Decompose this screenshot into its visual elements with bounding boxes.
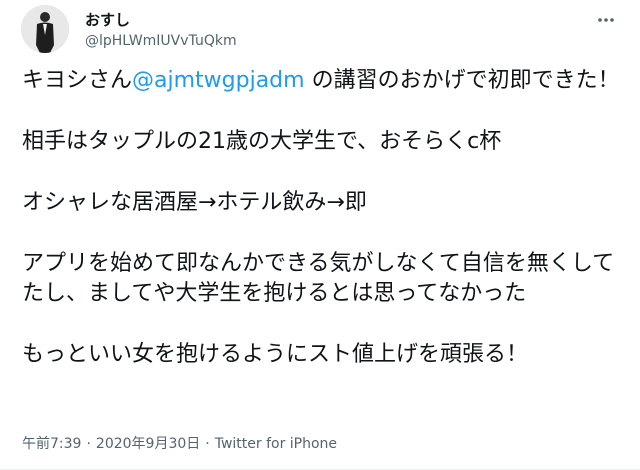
avatar-photo-icon bbox=[21, 5, 69, 53]
more-options-button[interactable] bbox=[594, 8, 618, 32]
tweet-paragraph-1: キヨシさん@ajmtwgpjadm の講習のおかげで初即できた！ bbox=[22, 66, 622, 96]
more-horizontal-icon bbox=[598, 18, 614, 22]
tweet-text-segment: の講習のおかげで初即できた！ bbox=[304, 68, 620, 93]
tweet-metadata: 午前7:39 · 2020年9月30日 · Twitter for iPhone bbox=[22, 435, 337, 453]
tweet-paragraph-4: アプリを始めて即なんかできる気がしなくて自信を無くしてたし、ましてや大学生を抱け… bbox=[22, 251, 615, 306]
tweet-card: おすし @lpHLWmIUVvTuQkm キヨシさん@ajmtwgpjadm の… bbox=[0, 0, 640, 470]
tweet-text-segment: キヨシさん bbox=[22, 68, 133, 93]
tweet-text: キヨシさん@ajmtwgpjadm の講習のおかげで初即できた！ 相手はタップル… bbox=[22, 66, 622, 370]
author-handle[interactable]: @lpHLWmIUVvTuQkm bbox=[85, 32, 237, 50]
tweet-paragraph-3: オシャレな居酒屋→ホテル飲み→即 bbox=[22, 190, 367, 215]
author-display-name[interactable]: おすし bbox=[85, 10, 130, 30]
tweet-time[interactable]: 午前7:39 bbox=[22, 436, 81, 452]
meta-separator: · bbox=[86, 436, 91, 452]
tweet-paragraph-2: 相手はタップルの21歳の大学生で、おそらくc杯 bbox=[22, 129, 502, 154]
tweet-date[interactable]: 2020年9月30日 bbox=[96, 436, 200, 452]
meta-separator: · bbox=[205, 436, 210, 452]
avatar[interactable] bbox=[21, 5, 69, 53]
tweet-source-link[interactable]: Twitter for iPhone bbox=[215, 436, 337, 452]
tweet-paragraph-5: もっといい女を抱けるようにスト値上げを頑張る！ bbox=[22, 342, 529, 367]
mention-link[interactable]: @ajmtwgpjadm bbox=[132, 68, 305, 93]
